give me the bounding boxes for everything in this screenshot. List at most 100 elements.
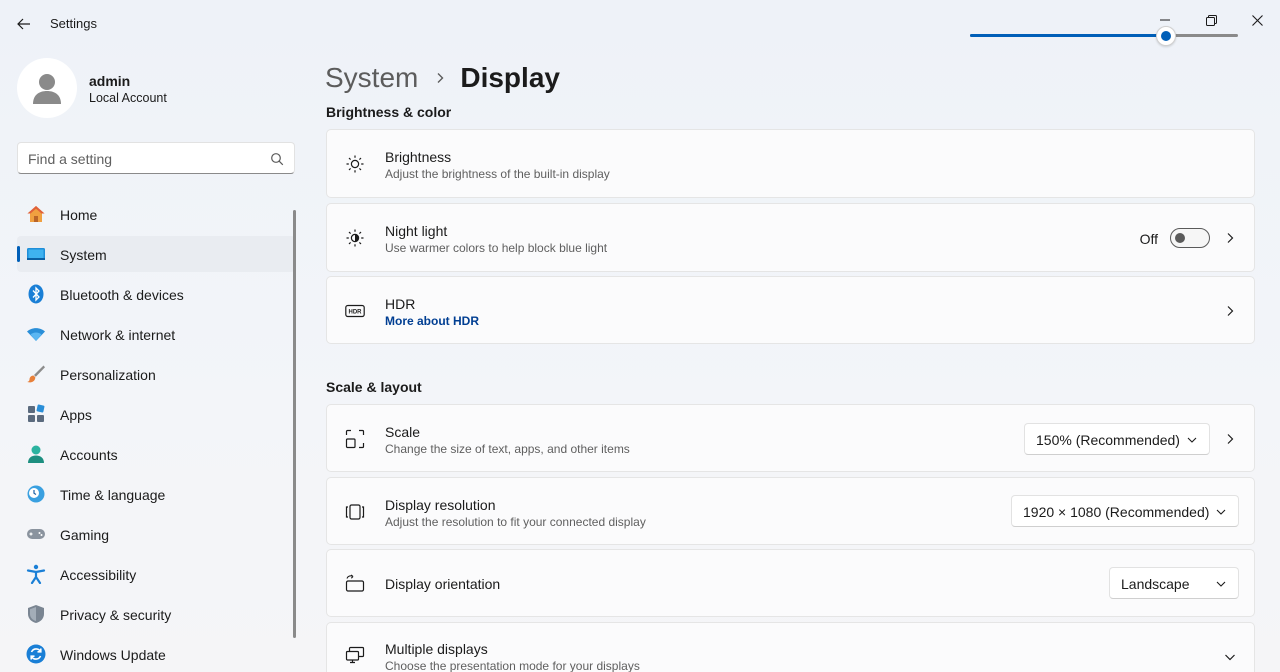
chevron-down-icon: [1187, 437, 1197, 443]
chevron-right-icon: [1227, 306, 1234, 316]
gamepad-icon: [27, 529, 45, 539]
display-resolution-value: 1920 × 1080 (Recommended): [1023, 504, 1210, 520]
wifi-icon: [27, 328, 45, 341]
display-resolution-title: Display resolution: [385, 497, 496, 513]
sidebar-item-gaming[interactable]: Gaming: [17, 516, 295, 552]
search-input[interactable]: Find a setting: [17, 142, 295, 174]
night-light-toggle[interactable]: [1170, 228, 1210, 248]
system-icon: [27, 248, 45, 260]
sidebar-item-label: Home: [60, 207, 98, 223]
app-title: Settings: [50, 16, 97, 31]
sidebar-item-accessibility[interactable]: Accessibility: [17, 556, 295, 592]
display-orientation-dropdown[interactable]: Landscape: [1109, 567, 1239, 599]
search-icon: [271, 153, 284, 166]
sidebar-scrollbar[interactable]: [293, 210, 296, 638]
sidebar-item-label: Apps: [60, 407, 92, 423]
night-light-icon: [346, 229, 364, 247]
scale-subtitle: Change the size of text, apps, and other…: [385, 442, 630, 456]
sidebar-item-label: Time & language: [60, 487, 166, 503]
sidebar-item-label: System: [60, 247, 107, 263]
brightness-slider[interactable]: [970, 26, 1238, 46]
chevron-down-icon: [1216, 509, 1226, 515]
scale-title: Scale: [385, 424, 421, 440]
display-orientation-value: Landscape: [1121, 576, 1190, 592]
svg-text:HDR: HDR: [349, 310, 363, 316]
brightness-card: Brightness Adjust the brightness of the …: [326, 129, 1255, 198]
more-about-hdr-link[interactable]: More about HDR: [385, 314, 479, 328]
chevron-down-icon: [1225, 654, 1235, 661]
sidebar-item-label: Accessibility: [60, 567, 137, 583]
chevron-right-icon: [1227, 434, 1234, 444]
sidebar-item-accounts[interactable]: Accounts: [17, 436, 295, 472]
brush-icon: [27, 365, 45, 383]
breadcrumb: System Display: [325, 58, 560, 98]
minimize-icon: [1160, 19, 1170, 21]
breadcrumb-parent[interactable]: System: [325, 62, 418, 94]
scale-dropdown[interactable]: 150% (Recommended): [1024, 423, 1210, 455]
shield-icon: [28, 605, 44, 623]
bluetooth-icon: [28, 284, 44, 304]
sidebar-item-label: Personalization: [60, 367, 156, 383]
sidebar-item-apps[interactable]: Apps: [17, 396, 295, 432]
multiple-displays-icon: [345, 646, 365, 664]
sidebar-nav: Home System Bluetooth & devices Network …: [17, 196, 295, 672]
sidebar-item-label: Windows Update: [60, 647, 166, 663]
accessibility-icon: [26, 564, 46, 584]
avatar: [17, 58, 77, 118]
night-light-card[interactable]: Night light Use warmer colors to help bl…: [326, 203, 1255, 272]
brightness-title: Brightness: [385, 149, 452, 165]
settings-window: Settings admin Local Account Find a sett…: [0, 0, 1280, 672]
brightness-icon: [346, 155, 364, 173]
sidebar-item-personalization[interactable]: Personalization: [17, 356, 295, 392]
close-icon: [1251, 14, 1263, 26]
update-icon: [26, 644, 46, 664]
hdr-title: HDR: [385, 296, 416, 312]
sidebar-item-label: Bluetooth & devices: [60, 287, 184, 303]
sidebar-item-bluetooth[interactable]: Bluetooth & devices: [17, 276, 295, 312]
back-arrow-icon: [17, 18, 30, 30]
display-resolution-dropdown[interactable]: 1920 × 1080 (Recommended): [1011, 495, 1239, 527]
multiple-displays-card[interactable]: Multiple displays Choose the presentatio…: [326, 622, 1255, 672]
account-type: Local Account: [89, 91, 167, 105]
sidebar-item-system[interactable]: System: [17, 236, 295, 272]
clock-globe-icon: [27, 485, 45, 503]
display-orientation-card: Display orientation Landscape: [326, 549, 1255, 617]
hdr-icon: HDR: [345, 304, 365, 318]
sidebar-item-windows-update[interactable]: Windows Update: [17, 636, 295, 672]
orientation-icon: [345, 574, 365, 592]
apps-icon: [28, 404, 45, 422]
resolution-icon: [345, 504, 365, 520]
user-profile[interactable]: admin Local Account: [17, 58, 297, 118]
scale-icon: [345, 429, 365, 449]
search-placeholder: Find a setting: [28, 151, 113, 167]
slider-thumb[interactable]: [1155, 26, 1176, 46]
slider-fill: [970, 34, 1166, 37]
page-title: Display: [460, 62, 560, 93]
sidebar-item-privacy-security[interactable]: Privacy & security: [17, 596, 295, 632]
user-name: admin: [89, 73, 131, 89]
sidebar-item-home[interactable]: Home: [17, 196, 295, 232]
toggle-knob: [1175, 233, 1185, 243]
back-button[interactable]: [10, 12, 38, 36]
sidebar-item-label: Privacy & security: [60, 607, 172, 623]
sidebar-item-network[interactable]: Network & internet: [17, 316, 295, 352]
night-light-state-label: Off: [1139, 231, 1158, 247]
display-resolution-card: Display resolution Adjust the resolution…: [326, 477, 1255, 545]
scale-card[interactable]: Scale Change the size of text, apps, and…: [326, 404, 1255, 472]
restore-icon: [1205, 14, 1217, 26]
chevron-down-icon: [1216, 581, 1226, 587]
section-title-brightness-color: Brightness & color: [326, 104, 452, 120]
display-resolution-subtitle: Adjust the resolution to fit your connec…: [385, 515, 646, 529]
home-icon: [27, 206, 45, 222]
display-orientation-title: Display orientation: [385, 576, 501, 592]
accounts-icon: [28, 445, 44, 463]
hdr-card[interactable]: HDR HDR More about HDR: [326, 276, 1255, 344]
close-button[interactable]: [1234, 4, 1280, 36]
section-title-scale-layout: Scale & layout: [326, 379, 422, 395]
sidebar-item-label: Network & internet: [60, 327, 176, 343]
sidebar-item-time-language[interactable]: Time & language: [17, 476, 295, 512]
brightness-subtitle: Adjust the brightness of the built-in di…: [385, 167, 610, 181]
night-light-subtitle: Use warmer colors to help block blue lig…: [385, 241, 608, 255]
sidebar-item-label: Gaming: [60, 527, 110, 543]
chevron-right-icon: [437, 73, 444, 83]
